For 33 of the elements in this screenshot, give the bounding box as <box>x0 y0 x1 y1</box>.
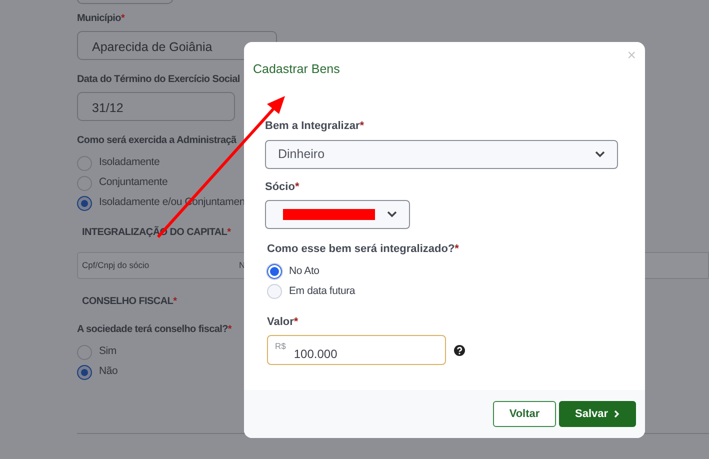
radio-button[interactable] <box>77 364 92 380</box>
field-label: Sócio* <box>265 180 300 194</box>
field-label: Bem a Integralizar* <box>265 119 366 134</box>
field-label: Valor* <box>267 314 300 330</box>
radio-label[interactable]: Não <box>99 364 118 380</box>
save-button[interactable]: Salvar <box>559 401 636 427</box>
input-field[interactable]: Aparecida de Goiânia <box>77 31 277 60</box>
input-field[interactable]: R$ 100.000 <box>267 335 446 365</box>
field-label: Data do Término do Exercício Social <box>77 73 241 87</box>
field-label: Município* <box>77 12 126 26</box>
radio-button[interactable] <box>267 264 282 279</box>
radio-button[interactable] <box>77 344 92 360</box>
input-field[interactable]: 31/12 <box>77 92 235 121</box>
radio-label[interactable]: Conjuntamente <box>99 175 168 191</box>
radio-label[interactable]: Sim <box>99 344 116 360</box>
radio-button[interactable] <box>77 196 92 210</box>
select-field[interactable] <box>265 200 410 229</box>
help-icon[interactable] <box>454 344 465 356</box>
chevron-down-icon <box>387 211 397 218</box>
radio-label[interactable]: Em data futura <box>289 284 356 300</box>
question-label: A sociedade terá conselho fiscal?* <box>77 323 233 337</box>
select-field[interactable]: Dinheiro <box>265 140 618 168</box>
radio-button[interactable] <box>77 176 92 190</box>
column-header: Cpf/Cnpj do sócio <box>82 259 150 272</box>
radio-label[interactable]: No Ato <box>289 264 320 280</box>
modal-title: Cadastrar Bens <box>253 62 340 76</box>
chevron-down-icon <box>595 150 605 158</box>
back-button[interactable]: Voltar <box>493 401 556 427</box>
field-label: Como será exercida a Administraçã <box>77 134 238 148</box>
radio-button[interactable] <box>77 156 92 170</box>
section-heading: CONSELHO FISCAL* <box>82 295 178 309</box>
field-label: Como esse bem será integralizado?* <box>267 242 460 257</box>
radio-label[interactable]: Isoladamente <box>99 155 160 171</box>
